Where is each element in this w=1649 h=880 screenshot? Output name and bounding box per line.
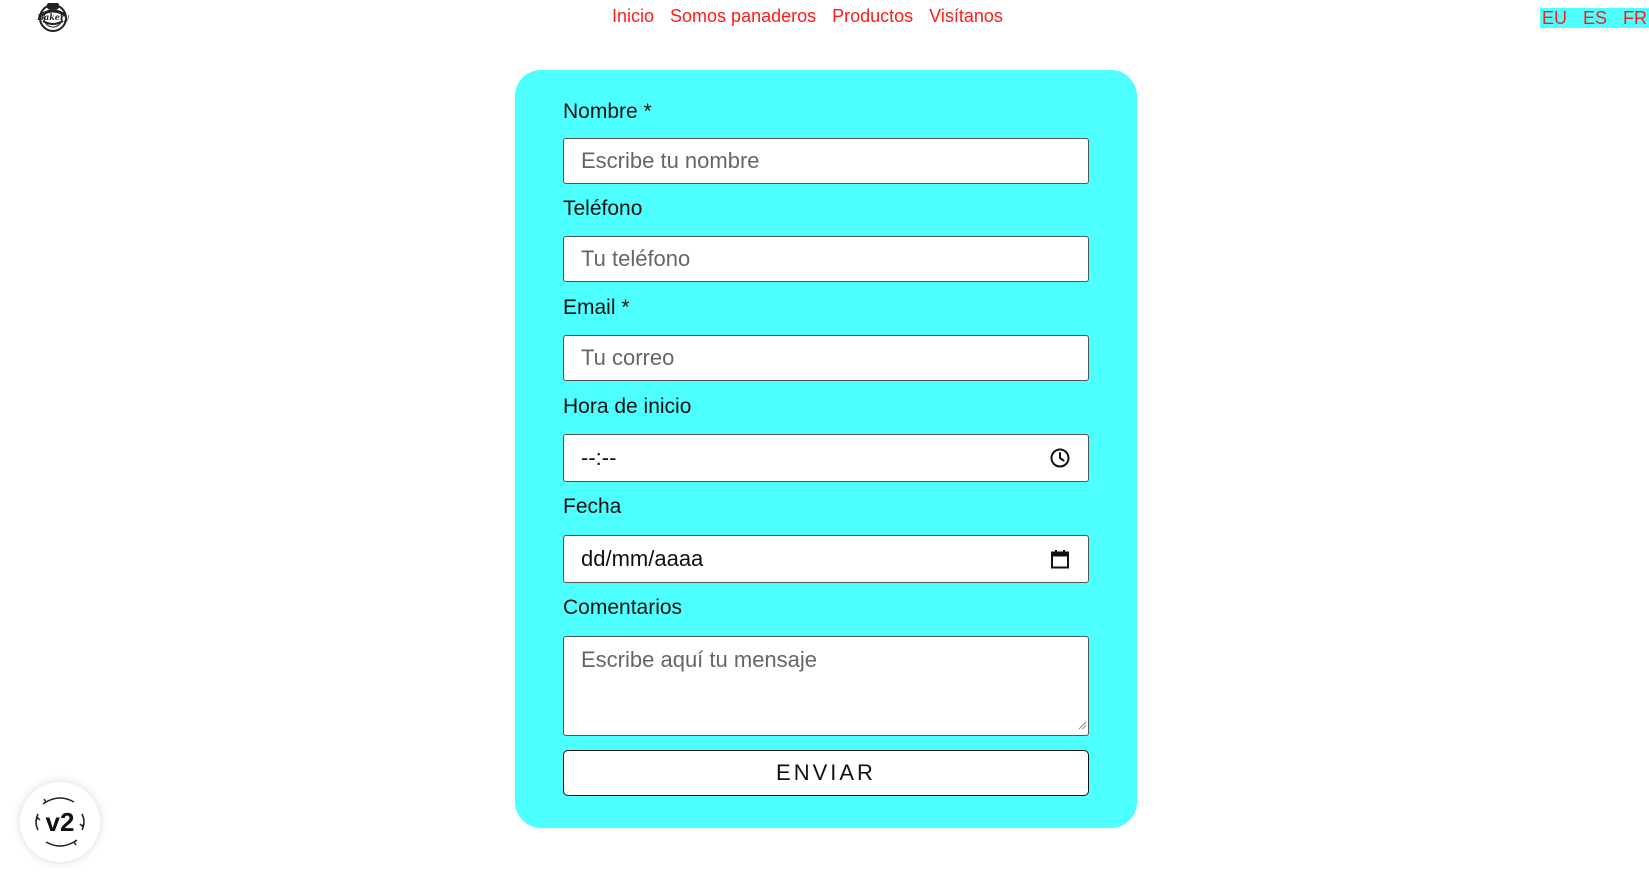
date-label: Fecha: [563, 495, 622, 518]
main-nav: Inicio Somos panaderos Productos Visítan…: [612, 6, 1003, 27]
lang-eu[interactable]: EU: [1542, 8, 1567, 28]
nav-link-visitanos[interactable]: Visítanos: [929, 6, 1003, 27]
start-time-label: Hora de inicio: [563, 395, 692, 418]
lang-fr[interactable]: FR: [1623, 8, 1647, 28]
email-field[interactable]: [563, 335, 1089, 381]
name-field[interactable]: [563, 138, 1089, 184]
calendar-icon[interactable]: [1049, 548, 1071, 570]
date-field[interactable]: dd/mm/aaaa: [563, 535, 1089, 583]
contact-form: Nombre * Teléfono Email * Hora de inicio…: [515, 70, 1137, 828]
clock-icon[interactable]: [1049, 447, 1071, 469]
comments-field[interactable]: [563, 636, 1089, 736]
version-badge[interactable]: v2: [20, 782, 100, 862]
nav-link-somos-panaderos[interactable]: Somos panaderos: [670, 6, 816, 27]
lang-es[interactable]: ES: [1583, 8, 1607, 28]
date-value: dd/mm/aaaa: [581, 546, 704, 571]
top-bar: Bakery Inicio Somos panaderos Productos …: [0, 0, 1649, 40]
version-label: v2: [45, 806, 75, 837]
logo-text: Bakery: [36, 12, 70, 22]
phone-label: Teléfono: [563, 197, 643, 220]
name-label: Nombre *: [563, 100, 652, 123]
bakery-logo[interactable]: Bakery: [33, 1, 73, 33]
comments-label: Comentarios: [563, 596, 683, 619]
email-label: Email *: [563, 296, 630, 319]
language-switcher: EU ES FR: [1539, 8, 1649, 28]
submit-button[interactable]: ENVIAR: [563, 750, 1089, 796]
start-time-field[interactable]: --:--: [563, 434, 1089, 482]
resize-grip-icon[interactable]: [1077, 717, 1087, 730]
phone-field[interactable]: [563, 236, 1089, 282]
start-time-value: --:--: [581, 445, 617, 470]
nav-link-productos[interactable]: Productos: [832, 6, 913, 27]
nav-link-inicio[interactable]: Inicio: [612, 6, 654, 27]
